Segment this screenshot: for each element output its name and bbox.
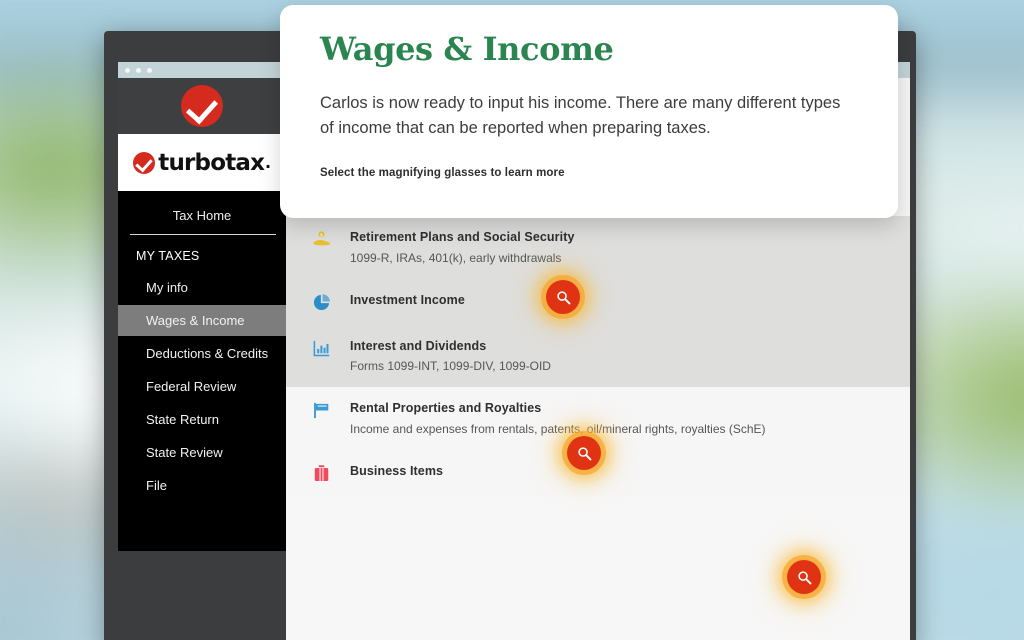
- income-row[interactable]: Investment Income: [286, 279, 910, 325]
- app-header-badge: [118, 78, 286, 134]
- sidebar-section-label: MY TAXES: [136, 249, 200, 263]
- row-icon-slot: [312, 338, 350, 358]
- row-title: Retirement Plans and Social Security: [350, 230, 575, 244]
- row-icon-slot: [312, 400, 350, 420]
- check-circle-icon-small: [133, 151, 156, 174]
- info-card-body-text: Carlos is now ready to input his income.…: [320, 94, 841, 137]
- window-dot-2: [136, 67, 141, 73]
- info-card-hint-text: Select the magnifying glasses to learn m…: [320, 166, 565, 179]
- sidebar-item-tax-home[interactable]: Tax Home: [118, 201, 286, 234]
- sidebar-item-my-info[interactable]: My info: [118, 272, 286, 303]
- row-subtitle: 1099-R, IRAs, 401(k), early withdrawals: [350, 250, 562, 265]
- hand-coin-icon: $: [313, 231, 331, 246]
- sidebar-item-federal-review[interactable]: Federal Review: [118, 371, 286, 402]
- row-subtitle: Income and expenses from rentals, patent…: [350, 421, 766, 436]
- screenshot-stage: turbotax . Tax Home MY TAXES My info Wage…: [0, 0, 1024, 640]
- search-icon: [556, 290, 570, 304]
- row-text-slot: Rental Properties and Royalties Income an…: [350, 400, 766, 437]
- row-text-slot: Business Items: [350, 463, 443, 480]
- row-icon-slot: $: [312, 229, 350, 249]
- row-text-slot: Interest and Dividends Forms 1099-INT, 10…: [350, 338, 551, 375]
- magnifier-hotspot-unemployment[interactable]: [546, 280, 580, 314]
- sidebar-nav: Tax Home MY TAXES My info Wages & Income D…: [118, 191, 286, 551]
- page-title: Wages & Income: [320, 30, 614, 68]
- info-card: Wages & Income Carlos is now ready to in…: [280, 5, 898, 218]
- row-text-slot: Retirement Plans and Social Security 1099…: [350, 229, 575, 266]
- bar-chart-icon: [313, 340, 330, 356]
- check-circle-icon: [181, 85, 223, 127]
- search-icon: [577, 446, 591, 460]
- income-row[interactable]: $ Retirement Plans and Social Security 109…: [286, 216, 910, 279]
- row-title: Interest and Dividends: [350, 338, 487, 353]
- sidebar-item-state-return[interactable]: State Return: [118, 404, 286, 435]
- app-left-column: turbotax . Tax Home MY TAXES My info Wage…: [118, 78, 286, 551]
- income-section-2: $ Retirement Plans and Social Security 109…: [286, 216, 910, 388]
- window-dot-3: [147, 67, 152, 73]
- magnifier-hotspot-investment-income[interactable]: [567, 436, 601, 470]
- row-text-slot: Investment Income: [350, 292, 465, 309]
- brand-wordmark: turbotax: [158, 149, 265, 176]
- row-subtitle: Forms 1099-INT, 1099-DIV, 1099-OID: [350, 359, 551, 374]
- magnifier-hotspot-rental-properties[interactable]: [787, 560, 821, 594]
- search-icon: [797, 570, 811, 584]
- sidebar-item-list: My info Wages & Income Deductions & Credit…: [118, 272, 286, 501]
- row-title: Rental Properties and Royalties: [350, 401, 542, 416]
- briefcase-icon: [314, 465, 329, 481]
- sidebar-item-deductions-credits[interactable]: Deductions & Credits: [118, 338, 286, 369]
- sidebar-item-state-review[interactable]: State Review: [118, 437, 286, 468]
- sidebar-item-wages-income[interactable]: Wages & Income: [118, 305, 286, 336]
- pie-chart-icon: [313, 293, 331, 310]
- income-row[interactable]: Interest and Dividends Forms 1099-INT, 10…: [286, 325, 910, 388]
- window-dot-1: [125, 67, 130, 73]
- for-rent-sign-icon: [314, 403, 329, 419]
- income-section-3: Rental Properties and Royalties Income an…: [286, 387, 910, 496]
- brand-wordmark-suffix: .: [265, 151, 271, 173]
- row-title: Business Items: [350, 463, 444, 478]
- brand-logo-bar: turbotax .: [118, 134, 286, 191]
- sidebar-item-file[interactable]: File: [118, 470, 286, 501]
- svg-text:$: $: [320, 232, 323, 238]
- row-icon-slot: [312, 463, 350, 483]
- income-row[interactable]: Rental Properties and Royalties Income an…: [286, 387, 910, 450]
- row-title: Investment Income: [350, 292, 465, 307]
- row-icon-slot: [312, 292, 350, 312]
- sidebar-divider: [130, 234, 276, 235]
